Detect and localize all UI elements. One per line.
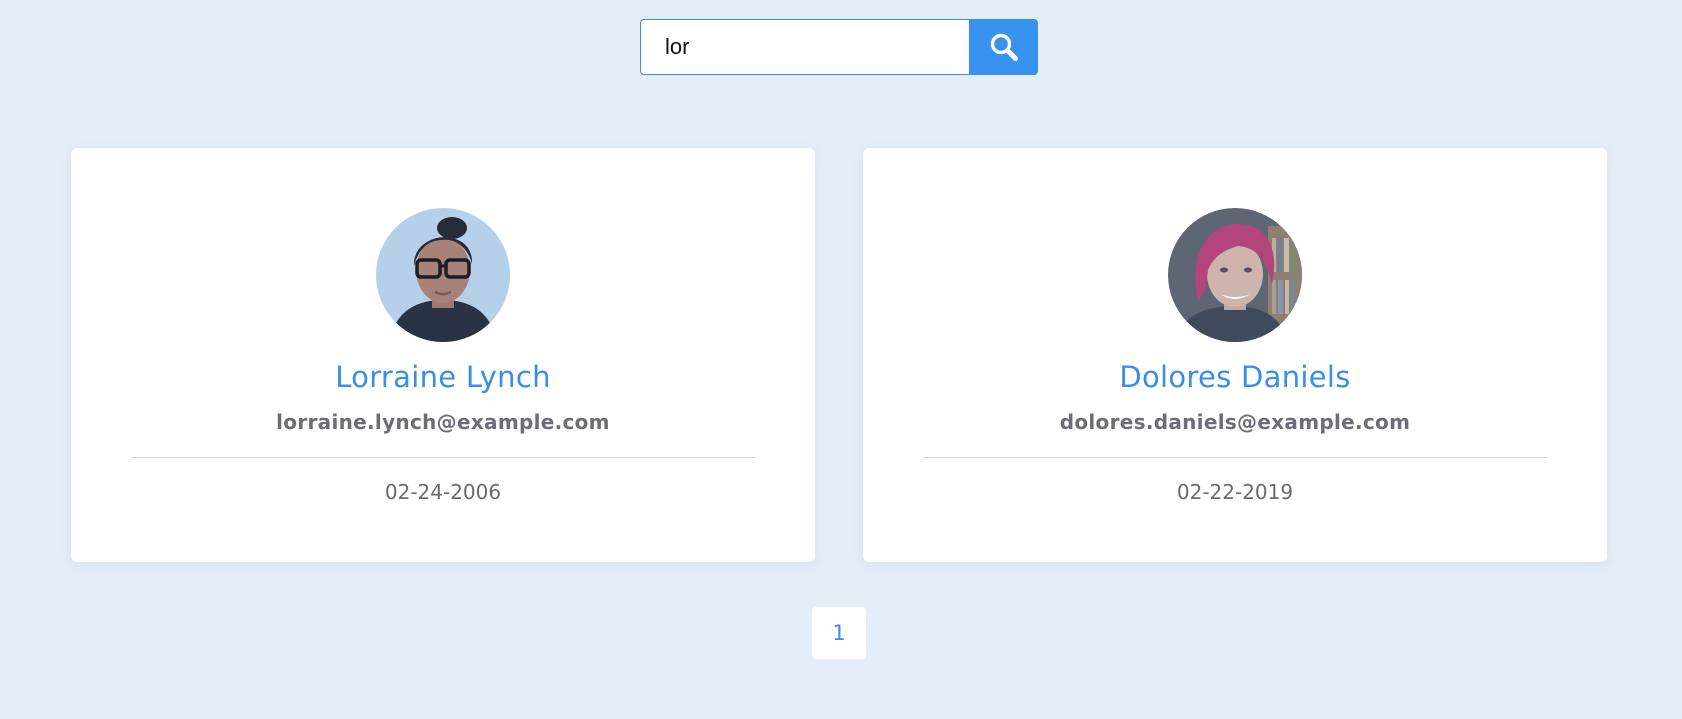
user-card: Dolores Daniels dolores.daniels@example.… <box>863 148 1607 562</box>
search-bar <box>640 19 1038 75</box>
user-name: Dolores Daniels <box>1119 360 1351 394</box>
search-input[interactable] <box>640 19 969 75</box>
search-button[interactable] <box>969 19 1038 75</box>
divider <box>923 457 1547 458</box>
pagination-page-1[interactable]: 1 <box>812 607 866 659</box>
user-email: dolores.daniels@example.com <box>1059 410 1411 434</box>
user-name: Lorraine Lynch <box>335 360 551 394</box>
user-date: 02-22-2019 <box>1176 480 1294 504</box>
divider <box>131 457 755 458</box>
user-date: 02-24-2006 <box>384 480 502 504</box>
user-email: lorraine.lynch@example.com <box>276 410 610 434</box>
user-card: Lorraine Lynch lorraine.lynch@example.co… <box>71 148 815 562</box>
avatar <box>1168 208 1302 342</box>
avatar <box>376 208 510 342</box>
search-icon <box>989 32 1019 62</box>
